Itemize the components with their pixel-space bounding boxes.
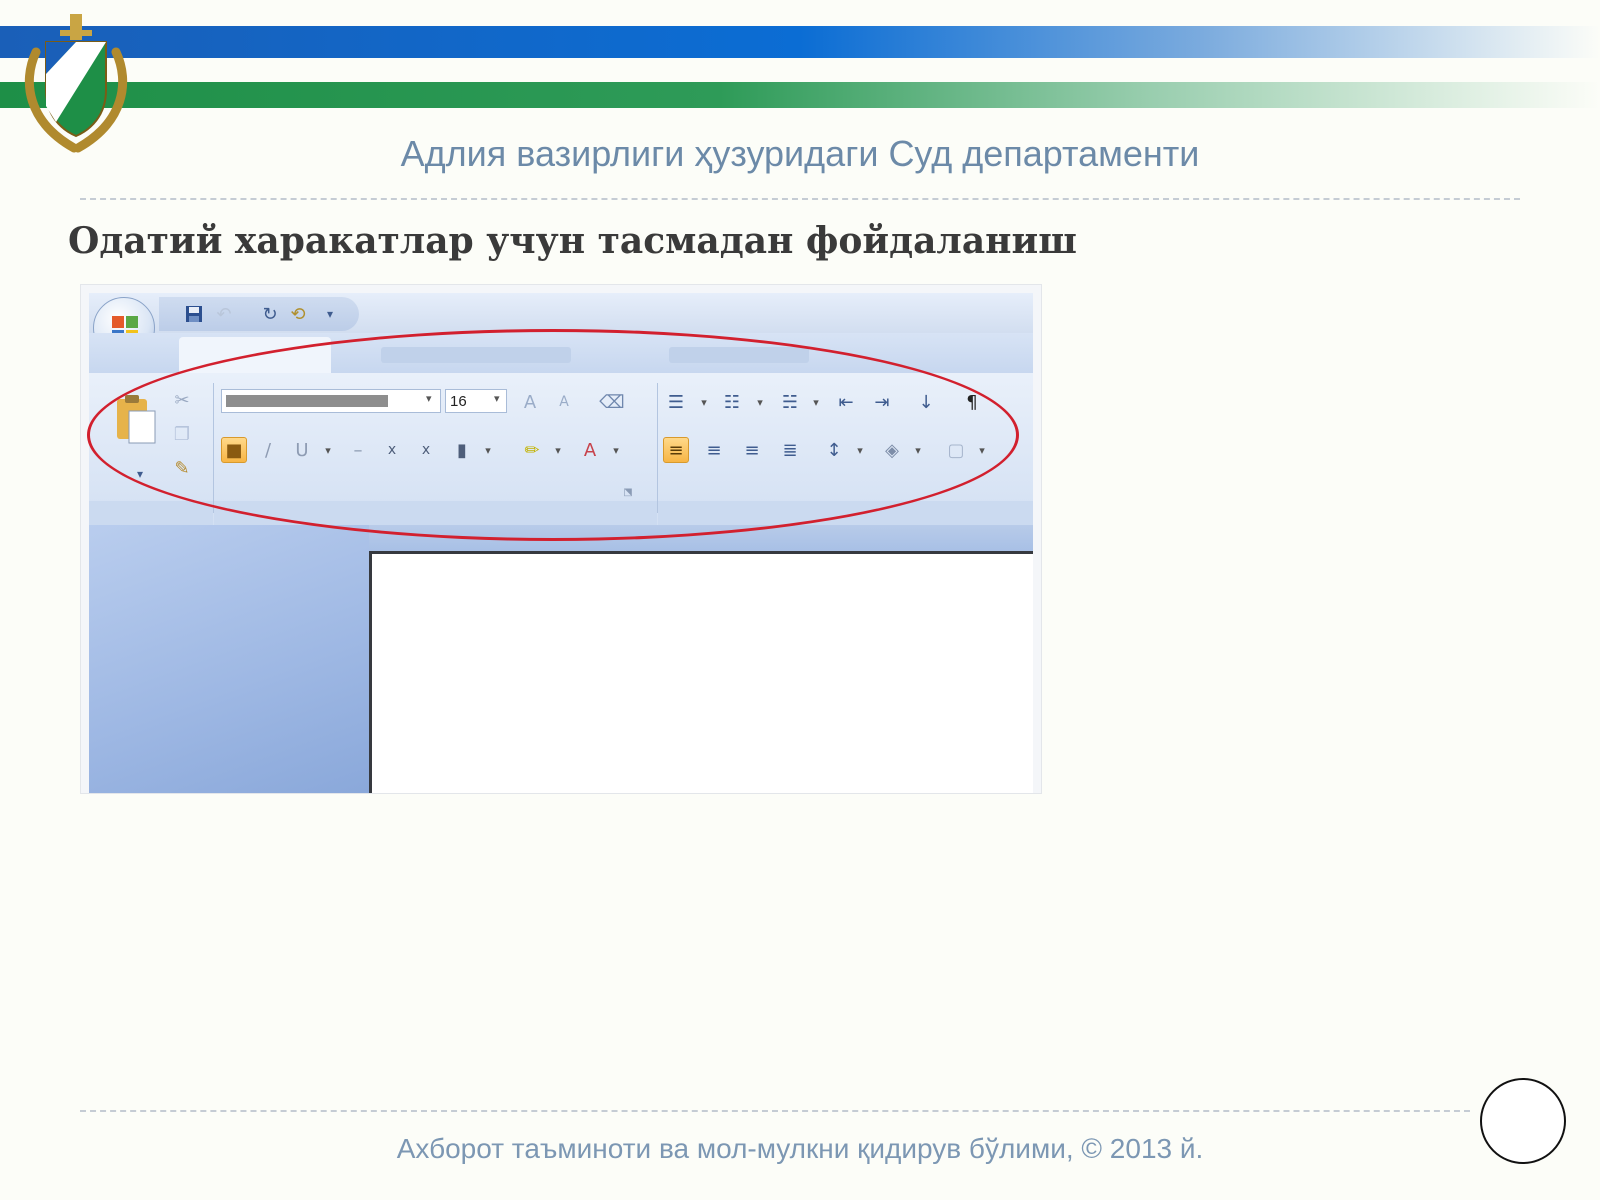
header-blue-band [0,26,1600,58]
slide-title: Одатий харакатлар учун тасмадан фойдалан… [68,220,1077,262]
clipboard-group-label [89,501,213,525]
footer-divider [80,1110,1470,1112]
organization-name: Адлия вазирлиги ҳузуридаги Суд департаме… [400,133,1200,174]
footer-text: Ахборот таъминоти ва мол-мулкни қидирув … [396,1133,1204,1164]
page-number-circle [1480,1078,1566,1164]
redo-icon[interactable]: ↻ [257,301,283,327]
quick-access-toolbar: ↶ ↻ ⟲ ▾ [159,297,359,331]
document-page[interactable] [369,551,1033,793]
document-background [89,525,369,793]
undo-icon[interactable]: ↶ [211,301,237,327]
save-icon[interactable] [181,301,207,327]
ribbon-highlight-ellipse [87,329,1019,541]
customize-qat-icon[interactable]: ▾ [317,301,343,327]
repeat-icon[interactable]: ⟲ [285,301,311,327]
header-green-band [0,82,1600,108]
header-divider [80,198,1520,200]
word-ribbon-screenshot: ↶ ↻ ⟲ ▾ ✂ ❐ ✎ ▾ ▾ 16 ▾ A A ⌫ ■ / U ▾ – x… [80,284,1042,794]
word-title-bar: ↶ ↻ ⟲ ▾ [89,293,1033,333]
